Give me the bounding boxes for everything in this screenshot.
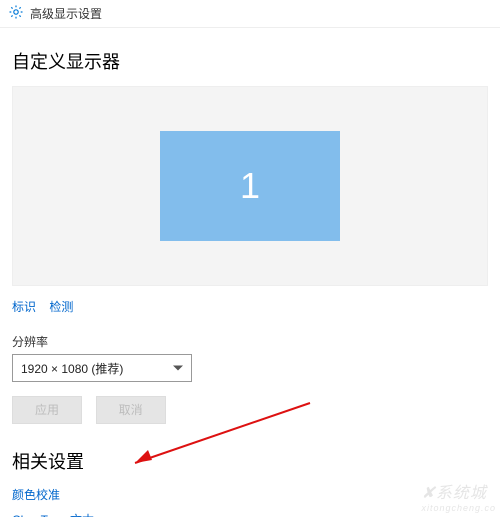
cancel-button[interactable]: 取消 <box>96 396 166 424</box>
related-settings-title: 相关设置 <box>12 448 488 474</box>
detect-link[interactable]: 检测 <box>49 300 73 314</box>
monitor-number: 1 <box>240 165 260 207</box>
apply-cancel-row: 应用 取消 <box>12 396 488 424</box>
apply-button[interactable]: 应用 <box>12 396 82 424</box>
color-calibration-link[interactable]: 颜色校准 <box>12 486 488 503</box>
identify-link[interactable]: 标识 <box>12 300 36 314</box>
gear-icon <box>8 4 30 23</box>
page-title: 自定义显示器 <box>12 48 488 74</box>
content-area: 自定义显示器 1 标识 检测 分辨率 1920 × 1080 (推荐) 应用 取… <box>0 28 500 517</box>
window-header: 高级显示设置 <box>0 0 500 28</box>
monitor-tile-1[interactable]: 1 <box>160 131 340 241</box>
window-title: 高级显示设置 <box>30 5 102 22</box>
resolution-select[interactable]: 1920 × 1080 (推荐) <box>12 354 192 382</box>
display-actions: 标识 检测 <box>12 298 488 315</box>
resolution-value: 1920 × 1080 (推荐) <box>21 360 123 377</box>
display-preview-area: 1 <box>12 86 488 286</box>
cleartype-link[interactable]: ClearType 文本 <box>12 511 488 517</box>
resolution-label: 分辨率 <box>12 333 488 350</box>
watermark: ✘系统城 xitongcheng.co <box>421 479 496 513</box>
